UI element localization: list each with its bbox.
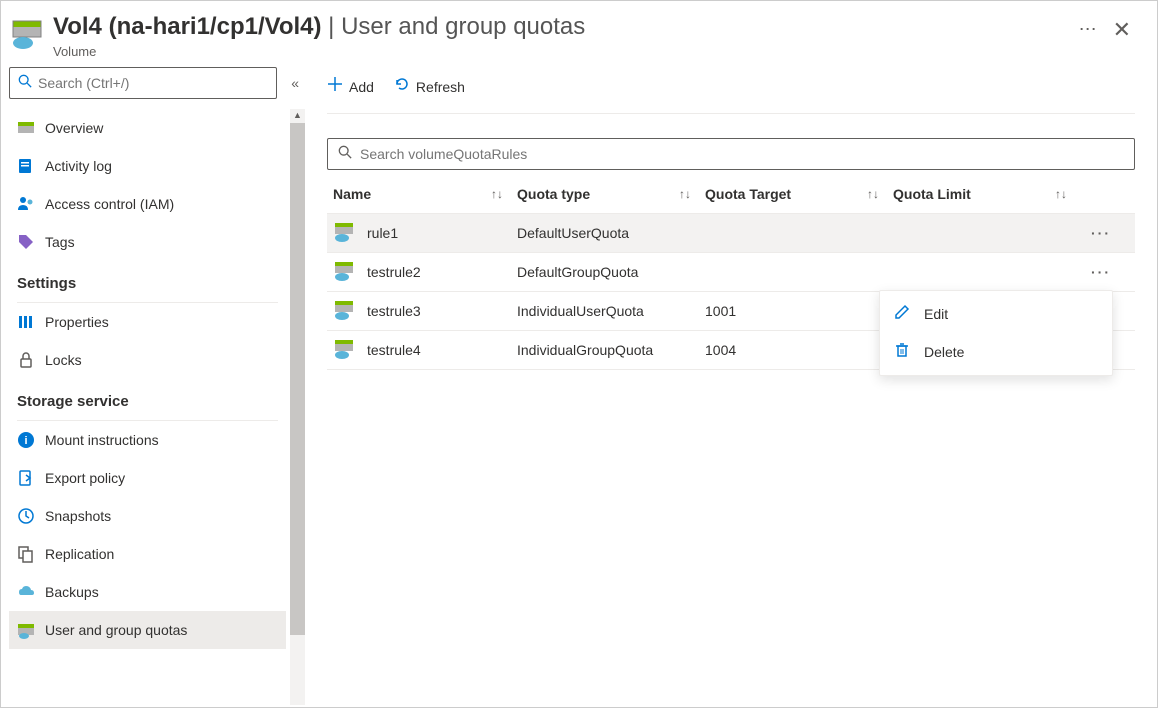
sidebar-label: Backups <box>45 584 99 600</box>
sidebar-label: Access control (IAM) <box>45 196 174 212</box>
refresh-label: Refresh <box>416 79 465 95</box>
sidebar-item-export[interactable]: Export policy <box>9 459 286 497</box>
sidebar-item-tags[interactable]: Tags <box>9 223 286 261</box>
export-icon <box>17 469 35 487</box>
sidebar-search-input[interactable] <box>38 75 268 91</box>
svg-text:i: i <box>24 435 27 447</box>
divider <box>327 113 1135 114</box>
search-icon <box>338 145 352 162</box>
column-header-target[interactable]: Quota Target ↑↓ <box>705 186 893 202</box>
sidebar-scrollbar[interactable]: ▲ <box>290 109 305 705</box>
sidebar-item-properties[interactable]: Properties <box>9 303 286 341</box>
sidebar-label: User and group quotas <box>45 622 187 638</box>
sidebar-label: Overview <box>45 120 103 136</box>
main-content: Add Refresh Name ↑↓ Q <box>305 59 1157 705</box>
sort-icon: ↑↓ <box>867 187 879 201</box>
properties-icon <box>17 313 35 331</box>
activity-log-icon <box>17 157 35 175</box>
sort-icon: ↑↓ <box>1055 187 1067 201</box>
rule-name: rule1 <box>367 225 398 241</box>
row-context-menu: Edit Delete <box>879 290 1113 376</box>
page-subtitle: Volume <box>53 44 1063 59</box>
delete-icon <box>894 342 912 361</box>
add-label: Add <box>349 79 374 95</box>
quotas-icon <box>17 621 35 639</box>
row-more-button[interactable]: ··· <box>1081 264 1121 280</box>
overview-icon <box>17 119 35 137</box>
column-header-name[interactable]: Name ↑↓ <box>327 186 517 202</box>
sidebar-label: Properties <box>45 314 109 330</box>
sidebar-item-quotas[interactable]: User and group quotas <box>9 611 286 649</box>
sidebar-item-snapshots[interactable]: Snapshots <box>9 497 286 535</box>
sidebar-item-overview[interactable]: Overview <box>9 109 286 147</box>
table-row[interactable]: rule1 DefaultUserQuota ··· <box>327 214 1135 253</box>
search-icon <box>18 74 32 91</box>
table-filter[interactable] <box>327 138 1135 170</box>
tags-icon <box>17 233 35 251</box>
sidebar-label: Snapshots <box>45 508 111 524</box>
table-header: Name ↑↓ Quota type ↑↓ Quota Target ↑↓ Qu… <box>327 176 1135 214</box>
header-more-button[interactable]: ⋯ <box>1071 13 1105 46</box>
sidebar-item-backups[interactable]: Backups <box>9 573 286 611</box>
sidebar: « Overview Activity log <box>1 59 305 705</box>
volume-icon <box>333 219 357 246</box>
table-filter-input[interactable] <box>360 146 1124 162</box>
page-header: Vol4 (na-hari1/cp1/Vol4) | User and grou… <box>1 1 1157 59</box>
volume-icon <box>333 258 357 285</box>
volume-icon <box>333 297 357 324</box>
collapse-sidebar-button[interactable]: « <box>291 75 299 91</box>
sidebar-label: Activity log <box>45 158 112 174</box>
sidebar-item-access-control[interactable]: Access control (IAM) <box>9 185 286 223</box>
backup-icon <box>17 583 35 601</box>
sidebar-section-settings: Settings <box>9 261 286 298</box>
quota-type: IndividualUserQuota <box>517 303 705 319</box>
edit-icon <box>894 304 912 323</box>
scrollbar-up-icon[interactable]: ▲ <box>290 109 305 123</box>
quota-type: IndividualGroupQuota <box>517 342 705 358</box>
sidebar-label: Mount instructions <box>45 432 159 448</box>
sidebar-label: Export policy <box>45 470 125 486</box>
rule-name: testrule2 <box>367 264 421 280</box>
context-edit[interactable]: Edit <box>880 295 1112 333</box>
refresh-icon <box>394 76 410 97</box>
replication-icon <box>17 545 35 563</box>
sidebar-search[interactable] <box>9 67 277 99</box>
rule-name: testrule3 <box>367 303 421 319</box>
volume-icon <box>11 17 45 51</box>
table-row[interactable]: testrule2 DefaultGroupQuota ··· <box>327 253 1135 292</box>
quota-target: 1004 <box>705 342 893 358</box>
sort-icon: ↑↓ <box>491 187 503 201</box>
page-title: Vol4 (na-hari1/cp1/Vol4) | User and grou… <box>53 13 1063 42</box>
row-more-button[interactable]: ··· <box>1081 225 1121 241</box>
sort-icon: ↑↓ <box>679 187 691 201</box>
quota-type: DefaultGroupQuota <box>517 264 705 280</box>
info-icon: i <box>17 431 35 449</box>
close-button[interactable]: ✕ <box>1105 13 1139 47</box>
scrollbar-thumb[interactable] <box>290 123 305 636</box>
quota-target: 1001 <box>705 303 893 319</box>
sidebar-item-replication[interactable]: Replication <box>9 535 286 573</box>
access-control-icon <box>17 195 35 213</box>
sidebar-item-activity-log[interactable]: Activity log <box>9 147 286 185</box>
context-delete[interactable]: Delete <box>880 333 1112 371</box>
column-header-limit[interactable]: Quota Limit ↑↓ <box>893 186 1081 202</box>
sidebar-item-mount[interactable]: i Mount instructions <box>9 421 286 459</box>
refresh-button[interactable]: Refresh <box>394 76 465 97</box>
column-header-type[interactable]: Quota type ↑↓ <box>517 186 705 202</box>
sidebar-label: Replication <box>45 546 114 562</box>
rule-name: testrule4 <box>367 342 421 358</box>
sidebar-label: Locks <box>45 352 82 368</box>
toolbar: Add Refresh <box>327 67 1135 107</box>
sidebar-section-storage: Storage service <box>9 379 286 416</box>
plus-icon <box>327 76 343 97</box>
add-button[interactable]: Add <box>327 76 374 97</box>
lock-icon <box>17 351 35 369</box>
sidebar-label: Tags <box>45 234 75 250</box>
snapshot-icon <box>17 507 35 525</box>
quota-type: DefaultUserQuota <box>517 225 705 241</box>
sidebar-item-locks[interactable]: Locks <box>9 341 286 379</box>
volume-icon <box>333 336 357 363</box>
